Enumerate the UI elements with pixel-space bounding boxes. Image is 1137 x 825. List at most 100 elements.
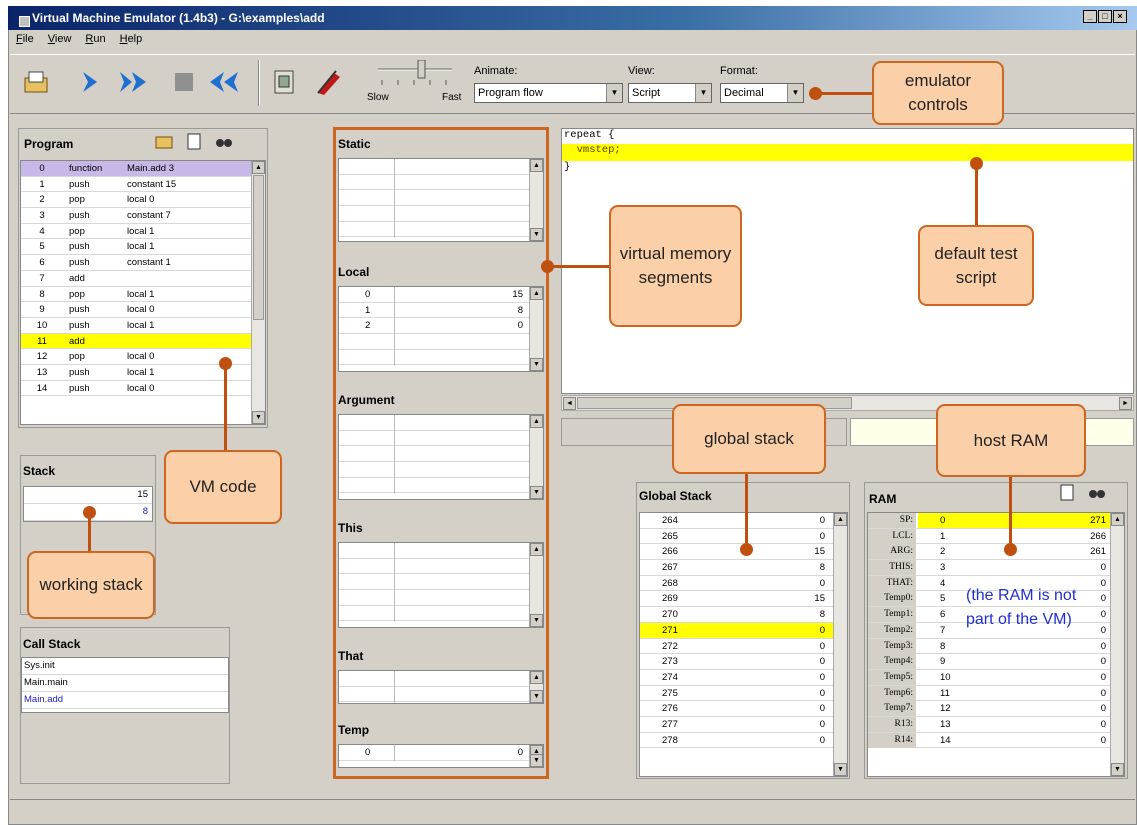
program-row[interactable]: 0 function Main.add 3 [21, 161, 265, 177]
segment-scrollbar[interactable]: ▲ ▼ [529, 543, 543, 627]
new-file-icon[interactable] [1060, 484, 1074, 501]
segment-row[interactable] [339, 174, 543, 191]
maximize-icon[interactable]: □ [1098, 10, 1112, 23]
reset-button[interactable] [208, 66, 240, 98]
segment-row[interactable]: 20 [339, 318, 543, 335]
program-scrollbar[interactable]: ▲ ▼ [251, 161, 265, 424]
ram-row-address: 7 [940, 624, 946, 636]
program-row[interactable]: 5 push local 1 [21, 239, 265, 256]
ram-scrollbar[interactable]: ▲ ▼ [1110, 513, 1124, 776]
minimize-icon[interactable]: _ [1083, 10, 1097, 23]
ram-row[interactable]: LCL: 1 266 [868, 528, 1124, 545]
ram-row-address: 8 [940, 640, 946, 652]
ram-row[interactable]: R14: 14 0 [868, 732, 1124, 749]
program-row[interactable]: 11 add [21, 333, 265, 350]
ram-row-label: R14: [868, 732, 916, 748]
global-stack-row[interactable]: 277 0 [640, 717, 847, 733]
program-row[interactable]: 4 pop local 1 [21, 224, 265, 240]
ram-row[interactable]: Temp5: 10 0 [868, 669, 1124, 686]
segment-row[interactable] [339, 686, 543, 703]
segment-row[interactable] [339, 558, 543, 575]
segment-scrollbar[interactable]: ▲ ▼ [529, 745, 543, 767]
ram-row[interactable]: THIS: 3 0 [868, 560, 1124, 576]
program-row-argument: constant 15 [127, 178, 177, 190]
segment-row[interactable] [339, 605, 543, 622]
global-stack-row[interactable]: 268 0 [640, 576, 847, 592]
ram-row-value: 0 [1100, 703, 1106, 715]
program-row[interactable]: 10 push local 1 [21, 318, 265, 334]
global-stack-row[interactable]: 275 0 [640, 686, 847, 702]
ram-row[interactable]: Temp3: 8 0 [868, 638, 1124, 655]
segment-row[interactable]: 0 15 [339, 287, 543, 303]
segment-row[interactable] [339, 543, 543, 559]
global-stack-row[interactable]: 272 0 [640, 639, 847, 655]
program-row[interactable]: 7 add [21, 271, 265, 287]
load-program-button[interactable] [20, 66, 52, 98]
global-stack-row[interactable]: 269 15 [640, 591, 847, 608]
segment-row[interactable] [339, 430, 543, 447]
program-row[interactable]: 8 pop local 1 [21, 287, 265, 303]
format-select[interactable]: Decimal ▼ [720, 83, 804, 103]
global-stack-row[interactable]: 265 0 [640, 529, 847, 545]
global-stack-row[interactable]: 271 0 [640, 622, 847, 639]
segment-scrollbar[interactable]: ▲ ▼ [529, 415, 543, 499]
segment-row[interactable]: 00 [339, 745, 543, 761]
binoculars-icon[interactable] [1088, 484, 1106, 500]
segment-row[interactable] [339, 190, 543, 207]
ram-row[interactable]: SP: 0 271 [868, 513, 1124, 529]
program-row[interactable]: 3 push constant 7 [21, 208, 265, 224]
segment-row[interactable] [339, 206, 543, 223]
program-row[interactable]: 9 push local 0 [21, 302, 265, 318]
ram-row[interactable]: Temp6: 11 0 [868, 685, 1124, 702]
global-stack-scrollbar[interactable]: ▲ ▼ [833, 513, 847, 776]
close-icon[interactable]: × [1113, 10, 1127, 23]
segment-scrollbar[interactable]: ▲ ▼ [529, 159, 543, 241]
global-stack-row[interactable]: 274 0 [640, 670, 847, 686]
program-row[interactable]: 14 push local 0 [21, 381, 265, 397]
menu-view[interactable]: View [48, 33, 72, 45]
segment-row[interactable] [339, 477, 543, 494]
run-button[interactable] [118, 66, 150, 98]
segment-row[interactable] [339, 415, 543, 431]
segment-row[interactable] [339, 349, 543, 366]
view-select[interactable]: Script ▼ [628, 83, 712, 103]
global-stack-row[interactable]: 276 0 [640, 701, 847, 717]
segment-row[interactable] [339, 462, 543, 479]
segment-row[interactable] [339, 221, 543, 238]
program-row[interactable]: 6 push constant 1 [21, 255, 265, 271]
segment-row[interactable] [339, 574, 543, 591]
segment-row[interactable] [339, 446, 543, 463]
ram-row[interactable]: Temp7: 12 0 [868, 701, 1124, 717]
segment-scrollbar[interactable]: ▲ ▼ [529, 671, 543, 703]
global-stack-row[interactable]: 270 8 [640, 607, 847, 623]
single-step-button[interactable] [74, 66, 106, 98]
global-stack-row[interactable]: 278 0 [640, 733, 847, 749]
global-stack-row[interactable]: 267 8 [640, 560, 847, 576]
program-row-command: push [69, 257, 90, 269]
binoculars-icon[interactable] [215, 133, 233, 149]
segment-table-this: ▲ ▼ [338, 542, 544, 628]
segment-row[interactable]: 18 [339, 302, 543, 319]
breakpoints-button[interactable] [312, 66, 344, 98]
segment-row[interactable] [339, 334, 543, 351]
global-stack-row[interactable]: 273 0 [640, 654, 847, 670]
script-button[interactable] [268, 66, 300, 98]
new-file-icon[interactable] [187, 133, 201, 150]
segment-row[interactable] [339, 590, 543, 607]
animate-select[interactable]: Program flow ▼ [474, 83, 623, 103]
program-row[interactable]: 2 pop local 0 [21, 192, 265, 209]
stop-button[interactable] [168, 66, 200, 98]
ram-row[interactable]: R13: 13 0 [868, 716, 1124, 733]
ram-row[interactable]: Temp4: 9 0 [868, 654, 1124, 670]
menu-run[interactable]: Run [85, 33, 105, 45]
folder-icon[interactable] [155, 133, 173, 149]
ram-row[interactable]: ARG: 2 261 [868, 544, 1124, 561]
menu-help[interactable]: Help [120, 33, 143, 45]
menu-file[interactable]: File [16, 33, 34, 45]
global-stack-row[interactable]: 264 0 [640, 513, 847, 529]
segment-row[interactable] [339, 671, 543, 687]
segment-scrollbar[interactable]: ▲ ▼ [529, 287, 543, 371]
speed-slider[interactable] [374, 59, 456, 90]
program-row[interactable]: 1 push constant 15 [21, 177, 265, 193]
segment-row[interactable] [339, 159, 543, 175]
